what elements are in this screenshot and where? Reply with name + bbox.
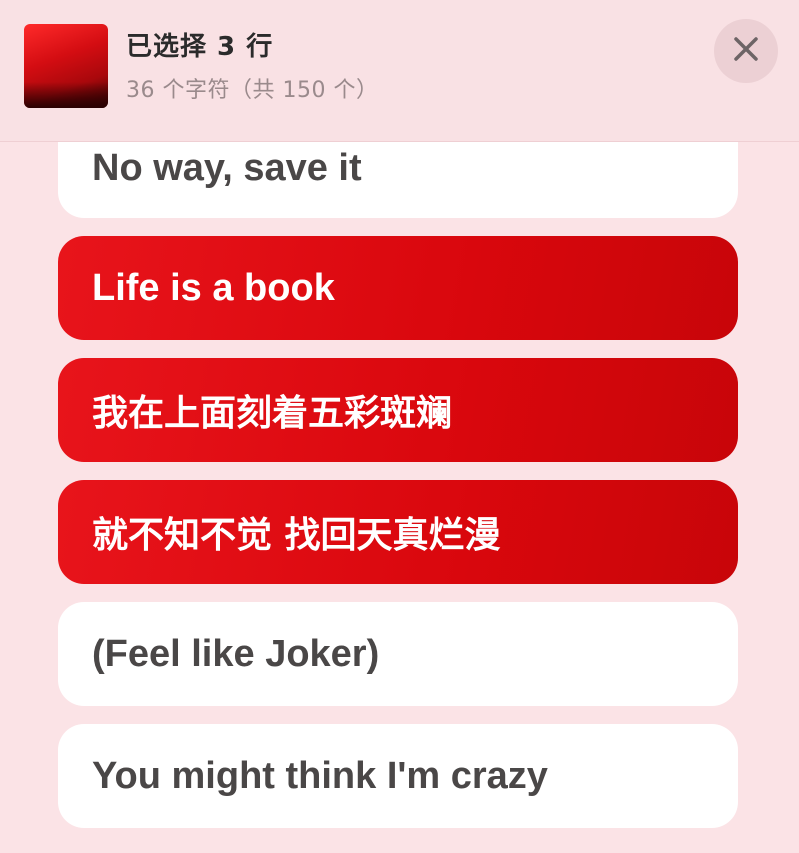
character-count: 36 个字符（共 150 个）	[126, 78, 379, 103]
lyric-text: Life is a book	[92, 266, 335, 309]
lyric-line-selected[interactable]: 我在上面刻着五彩斑斓	[58, 358, 738, 462]
selection-header: 已选择 3 行 36 个字符（共 150 个）	[0, 0, 799, 142]
lyric-line[interactable]: (Feel like Joker)	[58, 602, 738, 706]
close-icon	[733, 36, 759, 66]
lyric-line-selected[interactable]: 就不知不觉 找回天真烂漫	[58, 480, 738, 584]
selection-title: 已选择 3 行	[126, 32, 274, 62]
lyric-text: No way, save it	[92, 147, 362, 189]
lyric-text: (Feel like Joker)	[92, 632, 380, 675]
lyric-line-selected[interactable]: Life is a book	[58, 236, 738, 340]
lyric-text: 就不知不觉 找回天真烂漫	[92, 515, 501, 556]
lyric-line[interactable]: You might think I'm crazy	[58, 724, 738, 828]
lyric-text: You might think I'm crazy	[92, 754, 548, 797]
lyric-line[interactable]: No way, save it	[58, 142, 738, 218]
album-artwork	[24, 24, 108, 108]
lyrics-list[interactable]: No way, save it Life is a book 我在上面刻着五彩斑…	[0, 142, 799, 853]
close-button[interactable]	[714, 19, 778, 83]
lyric-text: 我在上面刻着五彩斑斓	[92, 393, 453, 434]
